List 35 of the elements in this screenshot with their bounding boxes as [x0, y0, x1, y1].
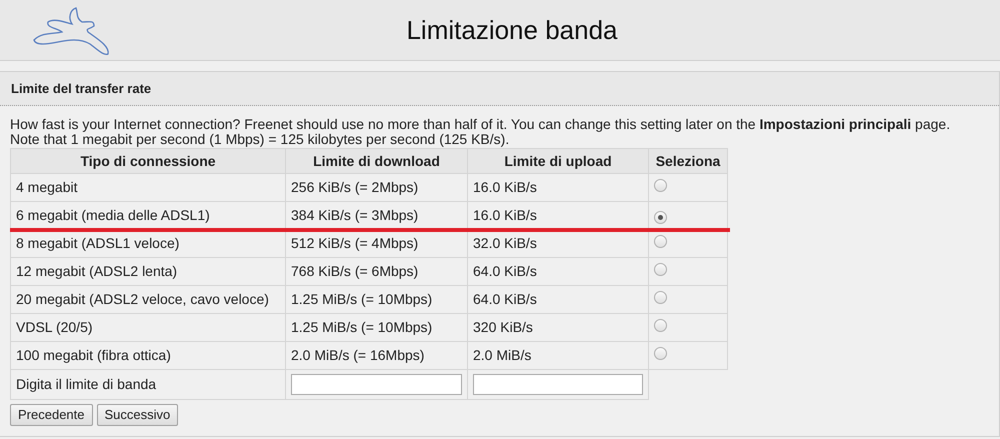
column-header: Limite di upload — [468, 148, 648, 174]
table-cell: 2.0 MiB/s — [468, 342, 648, 370]
nav-button[interactable]: Successivo — [96, 404, 178, 426]
table-cell: 1.25 MiB/s (= 10Mbps) — [286, 314, 468, 342]
table-cell: Digita il limite di banda — [10, 370, 286, 400]
radio-button[interactable] — [654, 291, 667, 304]
column-header: Tipo di connessione — [10, 148, 286, 174]
column-header: Seleziona — [648, 148, 728, 174]
nav-button[interactable]: Precedente — [10, 404, 92, 426]
download-limit-field[interactable] — [291, 374, 462, 395]
radio-button[interactable] — [654, 319, 667, 332]
radio-button[interactable] — [654, 347, 667, 360]
table-cell: 12 megabit (ADSL2 lenta) — [10, 258, 286, 286]
radio-button[interactable] — [654, 211, 667, 224]
section-header: Limite del transfer rate — [0, 72, 999, 106]
table-cell: 320 KiB/s — [468, 314, 648, 342]
table-cell: 768 KiB/s (= 6Mbps) — [286, 258, 468, 286]
table-cell: 20 megabit (ADSL2 veloce, cavo veloce) — [10, 286, 286, 314]
table-cell: 64.0 KiB/s — [468, 286, 648, 314]
table-cell: 16.0 KiB/s — [468, 174, 648, 202]
column-header: Limite di download — [286, 148, 468, 174]
table-cell: 1.25 MiB/s (= 10Mbps) — [286, 286, 468, 314]
radio-button[interactable] — [654, 235, 667, 248]
upload-limit-field[interactable] — [473, 374, 643, 395]
table-cell: 256 KiB/s (= 2Mbps) — [286, 174, 468, 202]
page-title: Limitazione banda — [405, 14, 618, 46]
table-cell: 64.0 KiB/s — [468, 258, 648, 286]
intro-text: How fast is your Internet connection? Freenet should use no more than half of it. You can change this setting later on the Impostazioni principali page. — [10, 117, 952, 132]
radio-button[interactable] — [654, 263, 667, 276]
intro-text: Note that 1 megabit per second (1 Mbps) = 125 kilobytes per second (125 KB/s). — [10, 132, 510, 147]
table-cell: 4 megabit — [10, 174, 286, 202]
table-cell: 2.0 MiB/s (= 16Mbps) — [286, 342, 468, 370]
table-cell: 100 megabit (fibra ottica) — [10, 342, 286, 370]
table-cell: VDSL (20/5) — [10, 314, 286, 342]
radio-button[interactable] — [654, 179, 667, 192]
